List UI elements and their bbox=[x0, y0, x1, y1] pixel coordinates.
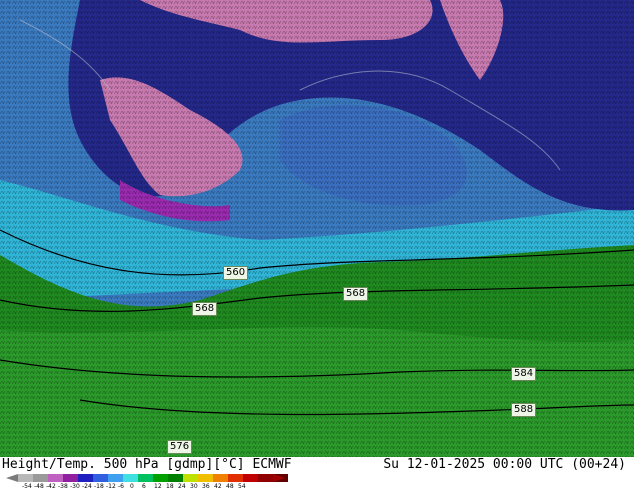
contour-label: 568 bbox=[192, 302, 218, 316]
contour-label: 568 bbox=[343, 287, 369, 301]
colorbar-swatch bbox=[48, 474, 63, 482]
map-footer: Height/Temp. 500 hPa [gdmp][°C] ECMWF Su… bbox=[0, 457, 634, 490]
colorbar-swatch bbox=[213, 474, 228, 482]
colorbar-swatch bbox=[78, 474, 93, 482]
colorbar-swatch bbox=[108, 474, 123, 482]
contour-label: 588 bbox=[511, 403, 537, 417]
colorbar-swatch bbox=[93, 474, 108, 482]
map-caption: Height/Temp. 500 hPa [gdmp][°C] ECMWF bbox=[2, 457, 292, 472]
contour-label: 560 bbox=[223, 266, 249, 280]
colorbar-swatch bbox=[198, 474, 213, 482]
colorbar bbox=[18, 474, 288, 482]
contour-label: 584 bbox=[511, 367, 537, 381]
colorbar-swatch bbox=[63, 474, 78, 482]
colorbar-swatch bbox=[18, 474, 33, 482]
forecast-map: 560 568 568 576 584 588 bbox=[0, 0, 634, 457]
colorbar-swatch bbox=[228, 474, 243, 482]
colorbar-swatch bbox=[33, 474, 48, 482]
colorbar-left-arrow-icon bbox=[6, 474, 18, 482]
colorbar-swatch bbox=[183, 474, 198, 482]
forecast-datetime: Su 12-01-2025 00:00 UTC (00+24) bbox=[383, 457, 626, 472]
colorbar-swatch bbox=[153, 474, 168, 482]
colorbar-right-arrow-icon bbox=[273, 474, 285, 482]
colorbar-swatch bbox=[168, 474, 183, 482]
colorbar-swatch bbox=[138, 474, 153, 482]
colorbar-swatch bbox=[243, 474, 258, 482]
wind-barbs-overlay bbox=[0, 0, 634, 457]
colorbar-swatch bbox=[258, 474, 273, 482]
map-canvas bbox=[0, 0, 634, 457]
contour-label: 576 bbox=[167, 440, 193, 454]
colorbar-swatch bbox=[123, 474, 138, 482]
